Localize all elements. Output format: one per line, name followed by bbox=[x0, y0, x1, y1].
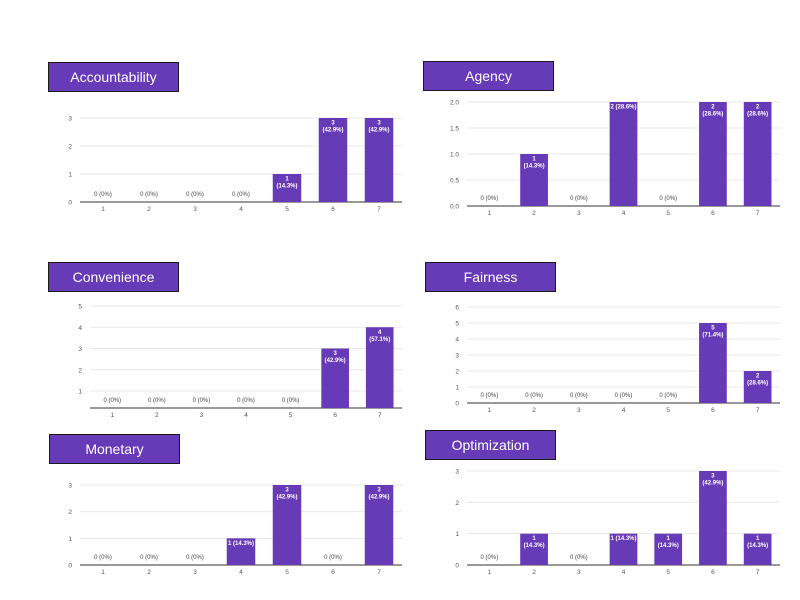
data-label: (14.3%) bbox=[658, 543, 679, 549]
data-label: 0 (0%) bbox=[481, 555, 499, 561]
data-label: (14.3%) bbox=[524, 543, 545, 549]
data-label: (42.9%) bbox=[702, 481, 723, 487]
y-tick-label: 3 bbox=[455, 469, 459, 476]
chart-group: 012310 (0%)21(14.3%)30 (0%)41 (14.3%)51(… bbox=[455, 469, 780, 576]
x-tick-label: 2 bbox=[532, 569, 536, 576]
data-label: (14.3%) bbox=[747, 543, 768, 549]
x-tick-label: 1 bbox=[488, 569, 492, 576]
data-label: 0 (0%) bbox=[570, 555, 588, 561]
y-tick-label: 2 bbox=[455, 500, 459, 507]
y-tick-label: 0 bbox=[455, 563, 459, 570]
y-tick-label: 1 bbox=[455, 531, 459, 538]
bar-chart-optimization: 012310 (0%)21(14.3%)30 (0%)41 (14.3%)51(… bbox=[455, 469, 780, 576]
x-tick-label: 5 bbox=[666, 569, 670, 576]
x-tick-label: 4 bbox=[622, 569, 626, 576]
x-tick-label: 3 bbox=[577, 569, 581, 576]
data-label: 1 (14.3%) bbox=[610, 536, 636, 542]
x-tick-label: 7 bbox=[756, 569, 760, 576]
x-tick-label: 6 bbox=[711, 569, 715, 576]
